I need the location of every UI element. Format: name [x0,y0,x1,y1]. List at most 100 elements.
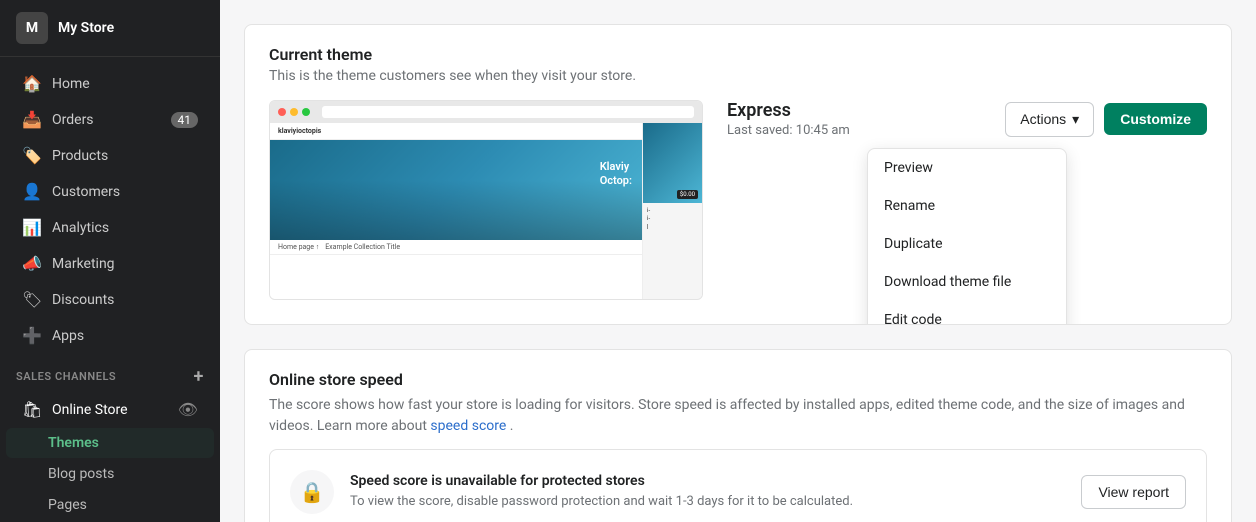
orders-badge: 41 [171,112,199,128]
mockup-content: klaviyioctopis KlaviyOctop: Home page ↑ … [270,123,702,299]
sidebar-item-analytics[interactable]: 📊 Analytics [6,210,214,245]
store-avatar: M [16,12,48,44]
discounts-icon: 🏷 [22,290,42,309]
sidebar-item-online-store[interactable]: 🛍 Online Store 👁 [6,392,214,427]
dropdown-item-duplicate[interactable]: Duplicate [868,225,1066,263]
online-store-icon: 🛍 [22,400,42,419]
sidebar-item-label: Orders [52,112,94,128]
sidebar-subitem-blog-posts[interactable]: Blog posts [6,459,214,489]
mockup-right-panel: $0.00 i-i-l [642,123,702,299]
orders-icon: 📥 [22,110,42,129]
apps-icon: ➕ [22,326,42,345]
mockup-right-img: $0.00 [643,123,702,203]
sales-channels-section: SALES CHANNELS + [0,354,220,391]
theme-section-header: Current theme This is the theme customer… [245,25,1231,84]
sidebar-subitem-label: Themes [48,435,99,451]
store-name: My Store [58,20,114,36]
store-header[interactable]: M My Store [0,0,220,57]
theme-name-row: Express Last saved: 10:45 am Actions ▾ C… [727,100,1207,138]
eye-icon: 👁 [178,400,198,419]
mockup-text-overlay: KlaviyOctop: [600,160,632,189]
current-theme-section: Current theme This is the theme customer… [244,24,1232,325]
customers-icon: 👤 [22,182,42,201]
speed-desc-text-1: The score shows how fast your store is l… [269,397,1185,434]
speed-desc-text-2: . [506,418,513,434]
mockup-ocean-overlay [270,180,642,240]
speed-section-body: 🔒 Speed score is unavailable for protect… [245,449,1231,522]
theme-last-saved: Last saved: 10:45 am [727,123,850,138]
dropdown-item-label: Duplicate [884,236,943,252]
main-nav: 🏠 Home 📥 Orders 41 🏷️ Products 👤 Custome… [0,57,220,522]
view-report-button[interactable]: View report [1081,475,1186,509]
sidebar-item-orders[interactable]: 📥 Orders 41 [6,102,214,137]
view-report-label: View report [1098,484,1169,500]
dot-red [278,108,286,116]
marketing-icon: 📣 [22,254,42,273]
actions-button-label: Actions [1020,111,1066,127]
dropdown-item-preview[interactable]: Preview [868,149,1066,187]
mockup-tabs: Home page ↑ Example Collection Title [270,240,642,255]
sidebar-item-label: Apps [52,328,84,344]
theme-name-group: Express Last saved: 10:45 am [727,100,850,138]
dot-green [302,108,310,116]
mockup-logo: klaviyioctopis [278,127,321,135]
sidebar: M My Store 🏠 Home 📥 Orders 41 🏷️ Product… [0,0,220,522]
dropdown-item-label: Rename [884,198,935,214]
theme-mockup: klaviyioctopis KlaviyOctop: Home page ↑ … [269,100,703,300]
mockup-hero: KlaviyOctop: [270,140,642,240]
sidebar-subitem-pages[interactable]: Pages [6,490,214,520]
sidebar-item-apps[interactable]: ➕ Apps [6,318,214,353]
speed-score-card: 🔒 Speed score is unavailable for protect… [269,449,1207,522]
speed-section: Online store speed The score shows how f… [244,349,1232,522]
main-content: Current theme This is the theme customer… [220,0,1256,522]
current-theme-desc: This is the theme customers see when the… [269,68,1207,84]
actions-button[interactable]: Actions ▾ [1005,102,1094,137]
speed-link-label: speed score [430,418,506,434]
customize-button[interactable]: Customize [1104,103,1207,135]
dropdown-item-label: Edit code [884,312,942,325]
speed-score-desc: To view the score, disable password prot… [350,493,1065,511]
sidebar-item-label: Home [52,76,90,92]
sidebar-item-label: Discounts [52,292,114,308]
customize-button-label: Customize [1120,111,1191,127]
sidebar-item-customers[interactable]: 👤 Customers [6,174,214,209]
mockup-tab-home: Home page ↑ [278,243,319,251]
speed-section-title: Online store speed [269,370,1207,389]
sidebar-item-label: Marketing [52,256,115,272]
mockup-price-badge: $0.00 [677,190,698,199]
theme-actions: Actions ▾ Customize [1005,102,1207,137]
actions-dropdown-menu: Preview Rename Duplicate Download theme … [867,148,1067,325]
current-theme-title: Current theme [269,45,1207,64]
sidebar-item-label: Products [52,148,108,164]
sidebar-subitem-label: Blog posts [48,466,114,482]
sidebar-item-label: Online Store [52,402,128,418]
products-icon: 🏷️ [22,146,42,165]
dropdown-item-label: Download theme file [884,274,1011,290]
mockup-nav-bar: klaviyioctopis [270,123,642,140]
speed-score-link[interactable]: speed score [430,418,506,434]
theme-right-wrapper: Express Last saved: 10:45 am Actions ▾ C… [727,100,1207,138]
dropdown-item-rename[interactable]: Rename [868,187,1066,225]
lock-icon-wrap: 🔒 [290,470,334,514]
theme-preview-area: klaviyioctopis KlaviyOctop: Home page ↑ … [269,100,703,300]
theme-body: klaviyioctopis KlaviyOctop: Home page ↑ … [245,100,1231,324]
dropdown-item-edit-code[interactable]: Edit code [868,301,1066,325]
dropdown-item-label: Preview [884,160,933,176]
dropdown-item-download[interactable]: Download theme file [868,263,1066,301]
sidebar-item-products[interactable]: 🏷️ Products [6,138,214,173]
sidebar-subitem-themes[interactable]: Themes [6,428,214,458]
sidebar-item-label: Analytics [52,220,109,236]
mockup-main: klaviyioctopis KlaviyOctop: Home page ↑ … [270,123,642,299]
sidebar-item-marketing[interactable]: 📣 Marketing [6,246,214,281]
theme-name: Express [727,100,850,121]
mockup-tab-collection: Example Collection Title [325,243,400,251]
mockup-url-bar [322,106,694,118]
mockup-browser-bar [270,101,702,123]
chevron-down-icon: ▾ [1072,111,1079,128]
speed-score-text: Speed score is unavailable for protected… [350,473,1065,511]
lock-icon: 🔒 [300,480,325,504]
speed-section-desc: The score shows how fast your store is l… [269,395,1207,437]
sidebar-item-discounts[interactable]: 🏷 Discounts [6,282,214,317]
add-sales-channel-button[interactable]: + [194,366,204,387]
sidebar-item-home[interactable]: 🏠 Home [6,66,214,101]
